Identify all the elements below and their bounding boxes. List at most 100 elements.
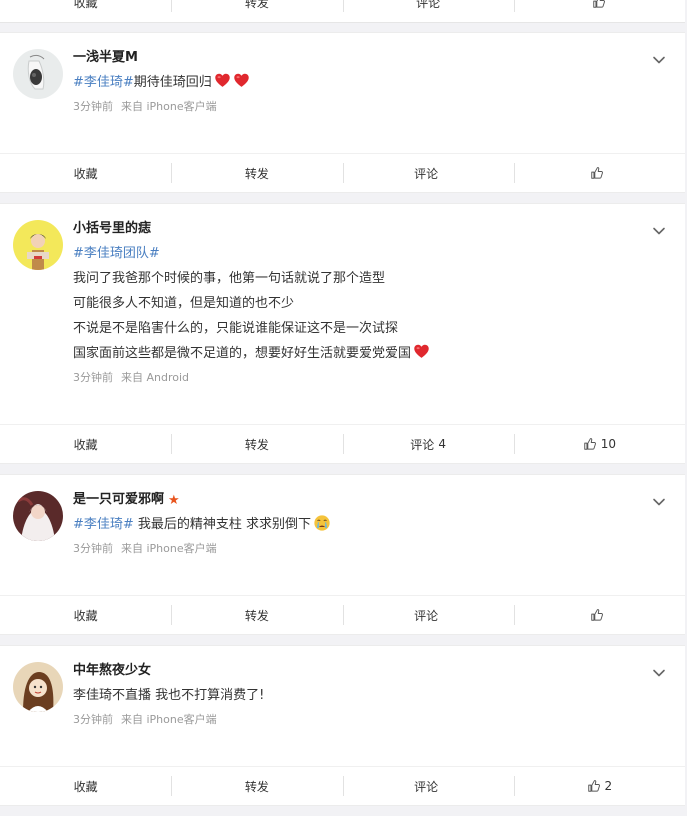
post-body: 小括号里的痣 #李佳琦团队# 我问了我爸那个时候的事，他第一句话就说了那个造型 … [0,204,685,424]
collect-label: 收藏 [73,779,98,794]
post-time: 3分钟前 [73,371,113,384]
comment-button[interactable]: 评论 [342,776,514,796]
post-body: 一浅半夏M #李佳琦#期待佳琦回归 3分钟前 来自 iPhone客户端 [0,33,685,153]
hashtag-link[interactable]: #李佳琦团队# [73,246,160,261]
avatar[interactable] [13,662,63,712]
post-meta: 3分钟前 来自 iPhone客户端 [73,540,625,558]
post-time: 3分钟前 [73,100,113,113]
collect-button[interactable]: 收藏 [0,434,171,454]
username[interactable]: 一浅半夏M [73,47,625,69]
username-text: 中年熬夜少女 [73,663,152,678]
post-body: 是一只可爱邪啊 ★ #李佳琦# 我最后的精神支柱 求求别倒下 3分钟前 来自 iP… [0,475,685,595]
repost-label: 转发 [244,166,269,181]
repost-button[interactable]: 转发 [171,605,342,625]
thumbs-up-icon [593,0,606,8]
post-text: #李佳琦# 我最后的精神支柱 求求别倒下 [73,512,625,537]
collect-label: 收藏 [73,0,98,10]
post-card: 一浅半夏M #李佳琦#期待佳琦回归 3分钟前 来自 iPhone客户端 收藏 转发 [0,32,685,193]
post-text-line: 可能很多人不知道，但是知道的也不少 [73,296,295,311]
comment-label: 评论 [414,166,439,181]
post-meta: 3分钟前 来自 Android [73,369,625,387]
post-time: 3分钟前 [73,542,113,555]
post-text-content: 国家面前这些都是微不足道的，想要好好生活就要爱党爱国 [73,346,412,361]
avatar-image [13,220,63,270]
action-bar: 收藏 转发 评论 [0,153,685,192]
crying-face-emoji [314,515,330,531]
chevron-down-icon[interactable] [652,495,666,509]
post-card: 中年熬夜少女 李佳琦不直播 我也不打算消费了! 3分钟前 来自 iPhone客户端… [0,645,685,806]
post-text-line: #李佳琦# 我最后的精神支柱 求求别倒下 [73,512,625,537]
collect-button[interactable]: 收藏 [0,163,171,183]
post-meta: 3分钟前 来自 iPhone客户端 [73,98,625,116]
username[interactable]: 中年熬夜少女 [73,660,625,682]
star-badge-icon: ★ [168,492,180,508]
post-text-line: #李佳琦团队# [73,241,625,266]
comment-button[interactable]: 评论 [342,605,514,625]
post-text-line: #李佳琦#期待佳琦回归 [73,70,625,95]
like-button[interactable] [513,0,685,12]
post-text-content: 期待佳琦回归 [133,75,212,90]
comment-button[interactable]: 评论 [342,163,514,183]
chevron-down-icon[interactable] [652,666,666,680]
repost-label: 转发 [244,0,269,10]
thumbs-up-icon [584,438,596,450]
repost-label: 转发 [244,779,269,794]
repost-label: 转发 [244,437,269,452]
post-card: 是一只可爱邪啊 ★ #李佳琦# 我最后的精神支柱 求求别倒下 3分钟前 来自 iP… [0,474,685,635]
collect-button[interactable]: 收藏 [0,0,171,12]
chevron-down-icon[interactable] [652,53,666,67]
collect-label: 收藏 [73,437,98,452]
username[interactable]: 是一只可爱邪啊 ★ [73,489,625,511]
repost-button[interactable]: 转发 [171,776,342,796]
username[interactable]: 小括号里的痣 [73,218,625,240]
hashtag-link[interactable]: #李佳琦# [73,517,134,532]
comment-label: 评论 [414,608,439,623]
repost-button[interactable]: 转发 [171,0,342,12]
comment-label: 评论 [416,0,441,10]
repost-button[interactable]: 转发 [171,163,342,183]
avatar[interactable] [13,220,63,270]
like-button[interactable]: 10 [513,434,685,454]
red-heart-emoji [215,73,230,87]
username-text: 一浅半夏M [73,50,138,65]
comment-count: 4 [438,437,446,451]
avatar[interactable] [13,49,63,99]
post-text: #李佳琦#期待佳琦回归 [73,70,625,95]
comment-button[interactable]: 评论 [342,0,514,12]
action-bar: 收藏 转发 评论 [0,0,685,21]
avatar[interactable] [13,491,63,541]
post-text-line: 我问了我爸那个时候的事，他第一句话就说了那个造型 [73,271,386,286]
thumbs-up-icon [587,780,600,792]
thumbs-up-icon [591,609,604,621]
post-time: 3分钟前 [73,713,113,726]
comment-label: 评论 [410,437,435,452]
post-text-line: 李佳琦不直播 我也不打算消费了! [73,688,265,703]
post-body: 中年熬夜少女 李佳琦不直播 我也不打算消费了! 3分钟前 来自 iPhone客户端 [0,646,685,766]
like-count: 2 [604,779,613,793]
hashtag-link[interactable]: #李佳琦# [73,75,134,90]
repost-label: 转发 [244,608,269,623]
username-text: 是一只可爱邪啊 [73,492,165,507]
post-source: 来自 iPhone客户端 [121,100,217,113]
comment-button[interactable]: 评论 4 [342,434,514,454]
previous-post-partial: 收藏 转发 评论 [0,0,685,23]
comment-label: 评论 [414,779,439,794]
post-text-line: 不说是不是陷害什么的，只能说谁能保证这不是一次试探 [73,321,399,336]
action-bar: 收藏 转发 评论 4 10 [0,424,685,463]
like-button[interactable]: 2 [513,776,685,796]
chevron-down-icon[interactable] [652,224,666,238]
action-bar: 收藏 转发 评论 [0,595,685,634]
repost-button[interactable]: 转发 [171,434,342,454]
post-text-content: 我最后的精神支柱 求求别倒下 [133,517,312,532]
thumbs-up-icon [591,167,604,179]
post-source: 来自 iPhone客户端 [121,542,217,555]
red-heart-emoji [414,344,429,358]
action-bar: 收藏 转发 评论 2 [0,766,685,805]
like-button[interactable] [513,163,685,183]
like-button[interactable] [513,605,685,625]
like-count: 10 [600,437,617,451]
collect-button[interactable]: 收藏 [0,605,171,625]
collect-button[interactable]: 收藏 [0,776,171,796]
avatar-image [13,662,63,712]
post-text: 李佳琦不直播 我也不打算消费了! [73,683,625,708]
